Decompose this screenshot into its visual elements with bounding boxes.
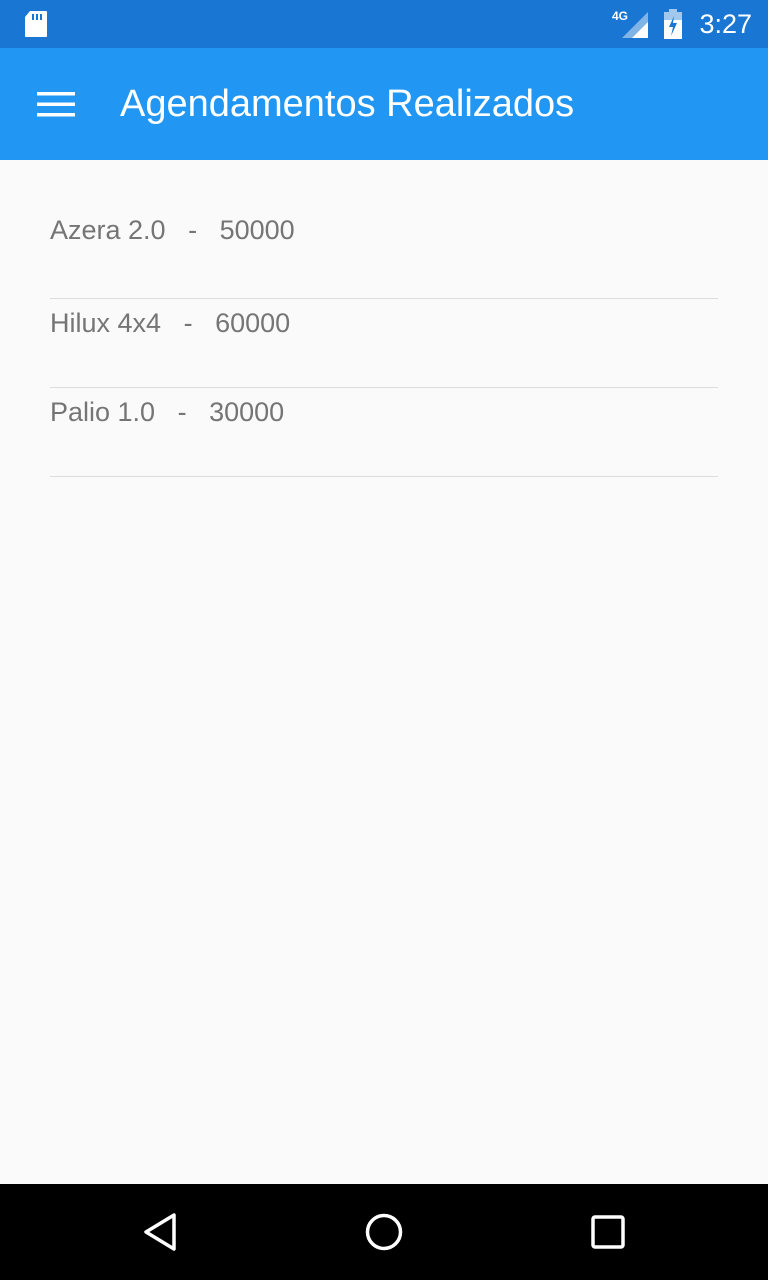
status-bar: 4G 3:27	[0, 0, 768, 48]
item-model: Azera 2.0	[50, 215, 166, 245]
list-item-text: Palio 1.0 - 30000	[50, 388, 284, 436]
system-nav-bar	[0, 1184, 768, 1280]
menu-button[interactable]	[24, 72, 88, 136]
back-button[interactable]	[136, 1208, 184, 1256]
signal-icon: 4G	[612, 9, 648, 38]
list-item-text: Hilux 4x4 - 60000	[50, 299, 290, 347]
page-title: Agendamentos Realizados	[120, 83, 575, 125]
list-item[interactable]: Palio 1.0 - 30000	[50, 388, 718, 477]
app-toolbar: Agendamentos Realizados	[0, 48, 768, 160]
recents-button[interactable]	[584, 1208, 632, 1256]
list-item-text: Azera 2.0 - 50000	[50, 206, 295, 254]
hamburger-menu-icon	[37, 92, 75, 117]
list-item[interactable]: Azera 2.0 - 50000	[50, 160, 718, 299]
home-button[interactable]	[360, 1208, 408, 1256]
item-value: 30000	[209, 397, 285, 427]
battery-icon	[664, 9, 682, 39]
status-time: 3:27	[699, 9, 752, 39]
item-value: 50000	[219, 215, 295, 245]
sd-card-icon	[25, 11, 47, 37]
appointments-list: Azera 2.0 - 50000 Hilux 4x4 - 60000 Pali…	[0, 160, 768, 477]
item-model: Palio 1.0	[50, 397, 156, 427]
item-value: 60000	[215, 308, 291, 338]
list-item[interactable]: Hilux 4x4 - 60000	[50, 299, 718, 388]
home-icon	[365, 1213, 403, 1251]
recents-icon	[591, 1215, 625, 1249]
item-separator: -	[188, 215, 198, 245]
item-separator: -	[183, 308, 193, 338]
item-separator: -	[177, 397, 187, 427]
item-model: Hilux 4x4	[50, 308, 162, 338]
screen: 4G 3:27 Agendamentos Realizados Azera 2.…	[0, 0, 768, 1280]
svg-text:4G: 4G	[612, 9, 628, 23]
back-icon	[144, 1213, 176, 1251]
